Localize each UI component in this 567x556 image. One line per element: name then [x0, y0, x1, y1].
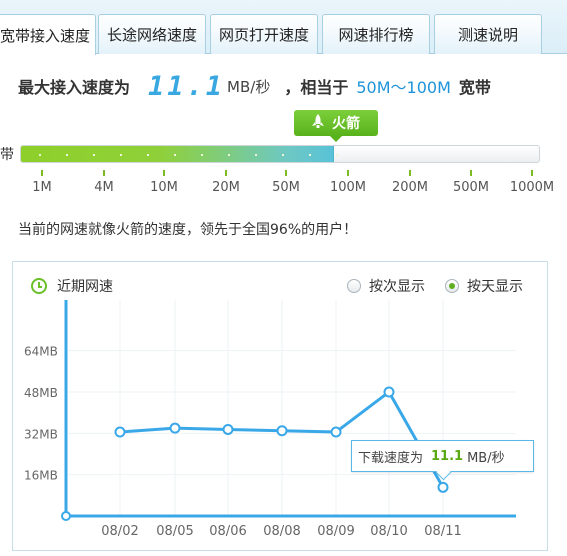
progress-sparkle	[282, 154, 284, 156]
scale-tick-label: 50M	[272, 180, 300, 195]
scale-tick	[285, 170, 287, 176]
display-mode-radios: 按次显示 按天显示	[347, 276, 523, 296]
scale-tick-label: 10M	[150, 180, 178, 195]
scale-tick-label: 4M	[94, 180, 114, 195]
progress-sparkle	[255, 154, 257, 156]
speed-progress-bar	[20, 145, 540, 163]
speed-description: 当前的网速就像火箭的速度，领先于全国96%的用户！	[18, 222, 358, 238]
scale-tick	[41, 170, 43, 176]
speed-progress-fill	[21, 146, 338, 162]
progress-sparkle	[93, 154, 95, 156]
tab-bar: 宽带接入速度 长途网络速度 网页打开速度 网速排行榜 测速说明	[0, 0, 567, 55]
scale-tick-label: 100M	[329, 180, 367, 195]
tab-webpage-speed[interactable]: 网页打开速度	[210, 14, 318, 54]
scale-tick	[225, 170, 227, 176]
progress-sparkle	[228, 154, 230, 156]
progress-sparkle	[309, 154, 311, 156]
progress-sparkle	[120, 154, 122, 156]
scale-tick	[470, 170, 472, 176]
progress-sparkle	[174, 154, 176, 156]
scale-tick	[103, 170, 105, 176]
speed-tooltip: 下载速度为 11.1 MB/秒	[351, 440, 534, 472]
tab-long-distance-speed[interactable]: 长途网络速度	[98, 14, 206, 54]
tab-speed-ranking[interactable]: 网速排行榜	[322, 14, 430, 54]
progress-sparkle	[336, 154, 338, 156]
radio-by-count[interactable]	[347, 279, 361, 293]
scale-tick	[409, 170, 411, 176]
rocket-label: 火箭	[332, 116, 360, 132]
radio-by-count-label[interactable]: 按次显示	[369, 276, 425, 296]
scale-tick	[347, 170, 349, 176]
speed-summary: 最大接入速度为 11.1 MB/秒 ，相当于 50M～100M 宽带	[18, 68, 491, 104]
speed-prefix: 最大接入速度为	[18, 78, 131, 97]
bandwidth-suffix: 宽带	[458, 78, 491, 97]
scale-tick	[163, 170, 165, 176]
tab-label: 测速说明	[457, 26, 518, 44]
panel-title: 近期网速	[31, 276, 113, 296]
radio-by-day[interactable]	[445, 279, 459, 293]
tab-broadband-speed[interactable]: 宽带接入速度	[0, 14, 96, 55]
tab-label: 网页打开速度	[218, 26, 309, 44]
progress-sparkle	[66, 154, 68, 156]
progress-sparkle	[39, 154, 41, 156]
tab-label: 网速排行榜	[338, 26, 414, 44]
bandwidth-range: 50M～100M	[356, 78, 451, 97]
tab-speed-info[interactable]: 测速说明	[434, 14, 542, 54]
tooltip-value: 11.1	[431, 448, 464, 464]
recent-speed-panel: 近期网速 按次显示 按天显示	[12, 261, 548, 551]
scale-tick-label: 200M	[391, 180, 429, 195]
speed-unit: MB/秒	[227, 77, 271, 96]
scale-tick-label: 1000M	[509, 180, 555, 195]
progress-sparkle	[201, 154, 203, 156]
panel-title-text: 近期网速	[57, 279, 113, 295]
speed-value: 11.1	[148, 70, 226, 102]
scale-tick-label: 500M	[452, 180, 490, 195]
tab-label: 宽带接入速度	[0, 26, 90, 45]
rocket-icon	[312, 114, 324, 132]
scale-tick	[531, 170, 533, 176]
scale-tick-label: 1M	[32, 180, 52, 195]
tab-label: 长途网络速度	[106, 26, 197, 44]
progress-sparkle	[147, 154, 149, 156]
scale-tick-label: 20M	[212, 180, 240, 195]
radio-by-day-label[interactable]: 按天显示	[467, 276, 523, 296]
tooltip-unit: MB/秒	[467, 450, 505, 466]
rocket-marker: 火箭	[294, 110, 378, 142]
band-label: 带	[0, 147, 14, 163]
tooltip-prefix: 下载速度为	[358, 450, 424, 466]
clock-icon	[31, 278, 47, 294]
equiv-prefix: ，相当于	[284, 78, 349, 97]
